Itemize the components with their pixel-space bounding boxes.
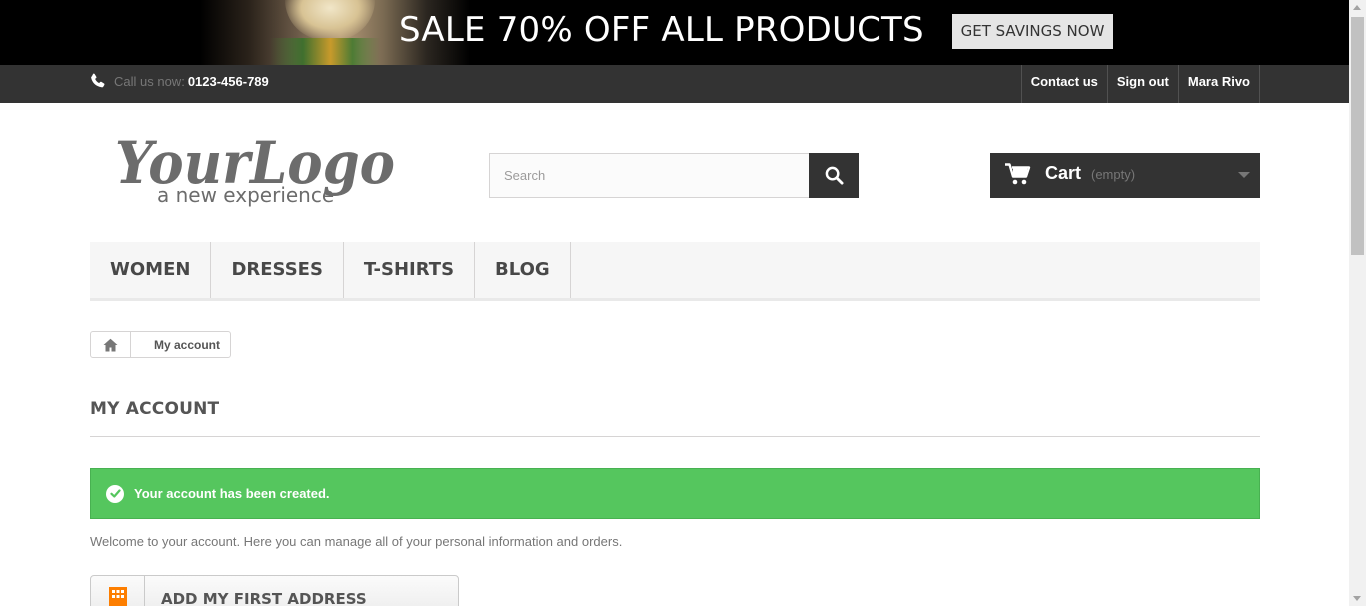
home-icon	[103, 338, 118, 351]
title-divider	[90, 436, 1260, 437]
scrollbar-thumb[interactable]	[1351, 17, 1364, 255]
breadcrumb-current: My account	[154, 337, 221, 352]
cart-status: (empty)	[1091, 167, 1136, 182]
breadcrumb-home[interactable]	[91, 332, 131, 357]
chevron-down-icon	[1238, 172, 1250, 178]
phone-info: Call us now: 0123-456-789	[90, 73, 269, 89]
scroll-down-arrow-icon[interactable]	[1353, 596, 1361, 601]
sign-out-link[interactable]: Sign out	[1106, 65, 1178, 103]
promo-banner[interactable]: SALE 70% OFF ALL PRODUCTS GET SAVINGS NO…	[0, 0, 1349, 65]
building-icon	[108, 587, 127, 606]
logo-tagline: a new experience	[157, 183, 334, 207]
account-links: Contact us Sign out Mara Rivo	[1020, 65, 1260, 103]
phone-icon	[91, 73, 105, 88]
cart-dropdown[interactable]: Cart (empty)	[990, 153, 1260, 198]
menu-item-blog[interactable]: BLOG	[475, 242, 571, 298]
cart-icon	[1005, 163, 1031, 185]
main-menu: WOMEN DRESSES T-SHIRTS BLOG	[90, 242, 1260, 301]
account-name-link[interactable]: Mara Rivo	[1177, 65, 1260, 103]
search-input[interactable]	[489, 153, 810, 198]
breadcrumb: My account	[90, 331, 232, 358]
contact-us-link[interactable]: Contact us	[1020, 65, 1107, 103]
success-alert: Your account has been created.	[90, 468, 1260, 519]
search-button[interactable]	[809, 153, 859, 198]
phone-prefix: Call us now:	[114, 73, 185, 89]
cart-label: Cart	[1045, 163, 1082, 183]
site-logo[interactable]: YourLogo a new experience	[115, 125, 400, 210]
menu-item-dresses[interactable]: DRESSES	[211, 242, 344, 298]
search-icon	[825, 166, 844, 185]
banner-headline: SALE 70% OFF ALL PRODUCTS	[399, 10, 924, 50]
add-first-address-button[interactable]: ADD MY FIRST ADDRESS	[90, 575, 459, 606]
search-bar	[489, 153, 859, 198]
page-scrollbar[interactable]	[1349, 0, 1366, 606]
add-address-label: ADD MY FIRST ADDRESS	[161, 590, 367, 606]
menu-item-tshirts[interactable]: T-SHIRTS	[344, 242, 476, 298]
scroll-up-arrow-icon[interactable]	[1353, 5, 1361, 10]
alert-message: Your account has been created.	[134, 486, 330, 501]
welcome-text: Welcome to your account. Here you can ma…	[90, 534, 623, 549]
phone-number: 0123-456-789	[187, 73, 269, 89]
top-nav-bar: Call us now: 0123-456-789 Contact us Sig…	[0, 65, 1349, 103]
check-circle-icon	[106, 484, 124, 503]
get-savings-button[interactable]: GET SAVINGS NOW	[952, 14, 1113, 49]
menu-item-women[interactable]: WOMEN	[90, 242, 212, 298]
page-title: MY ACCOUNT	[90, 399, 220, 419]
